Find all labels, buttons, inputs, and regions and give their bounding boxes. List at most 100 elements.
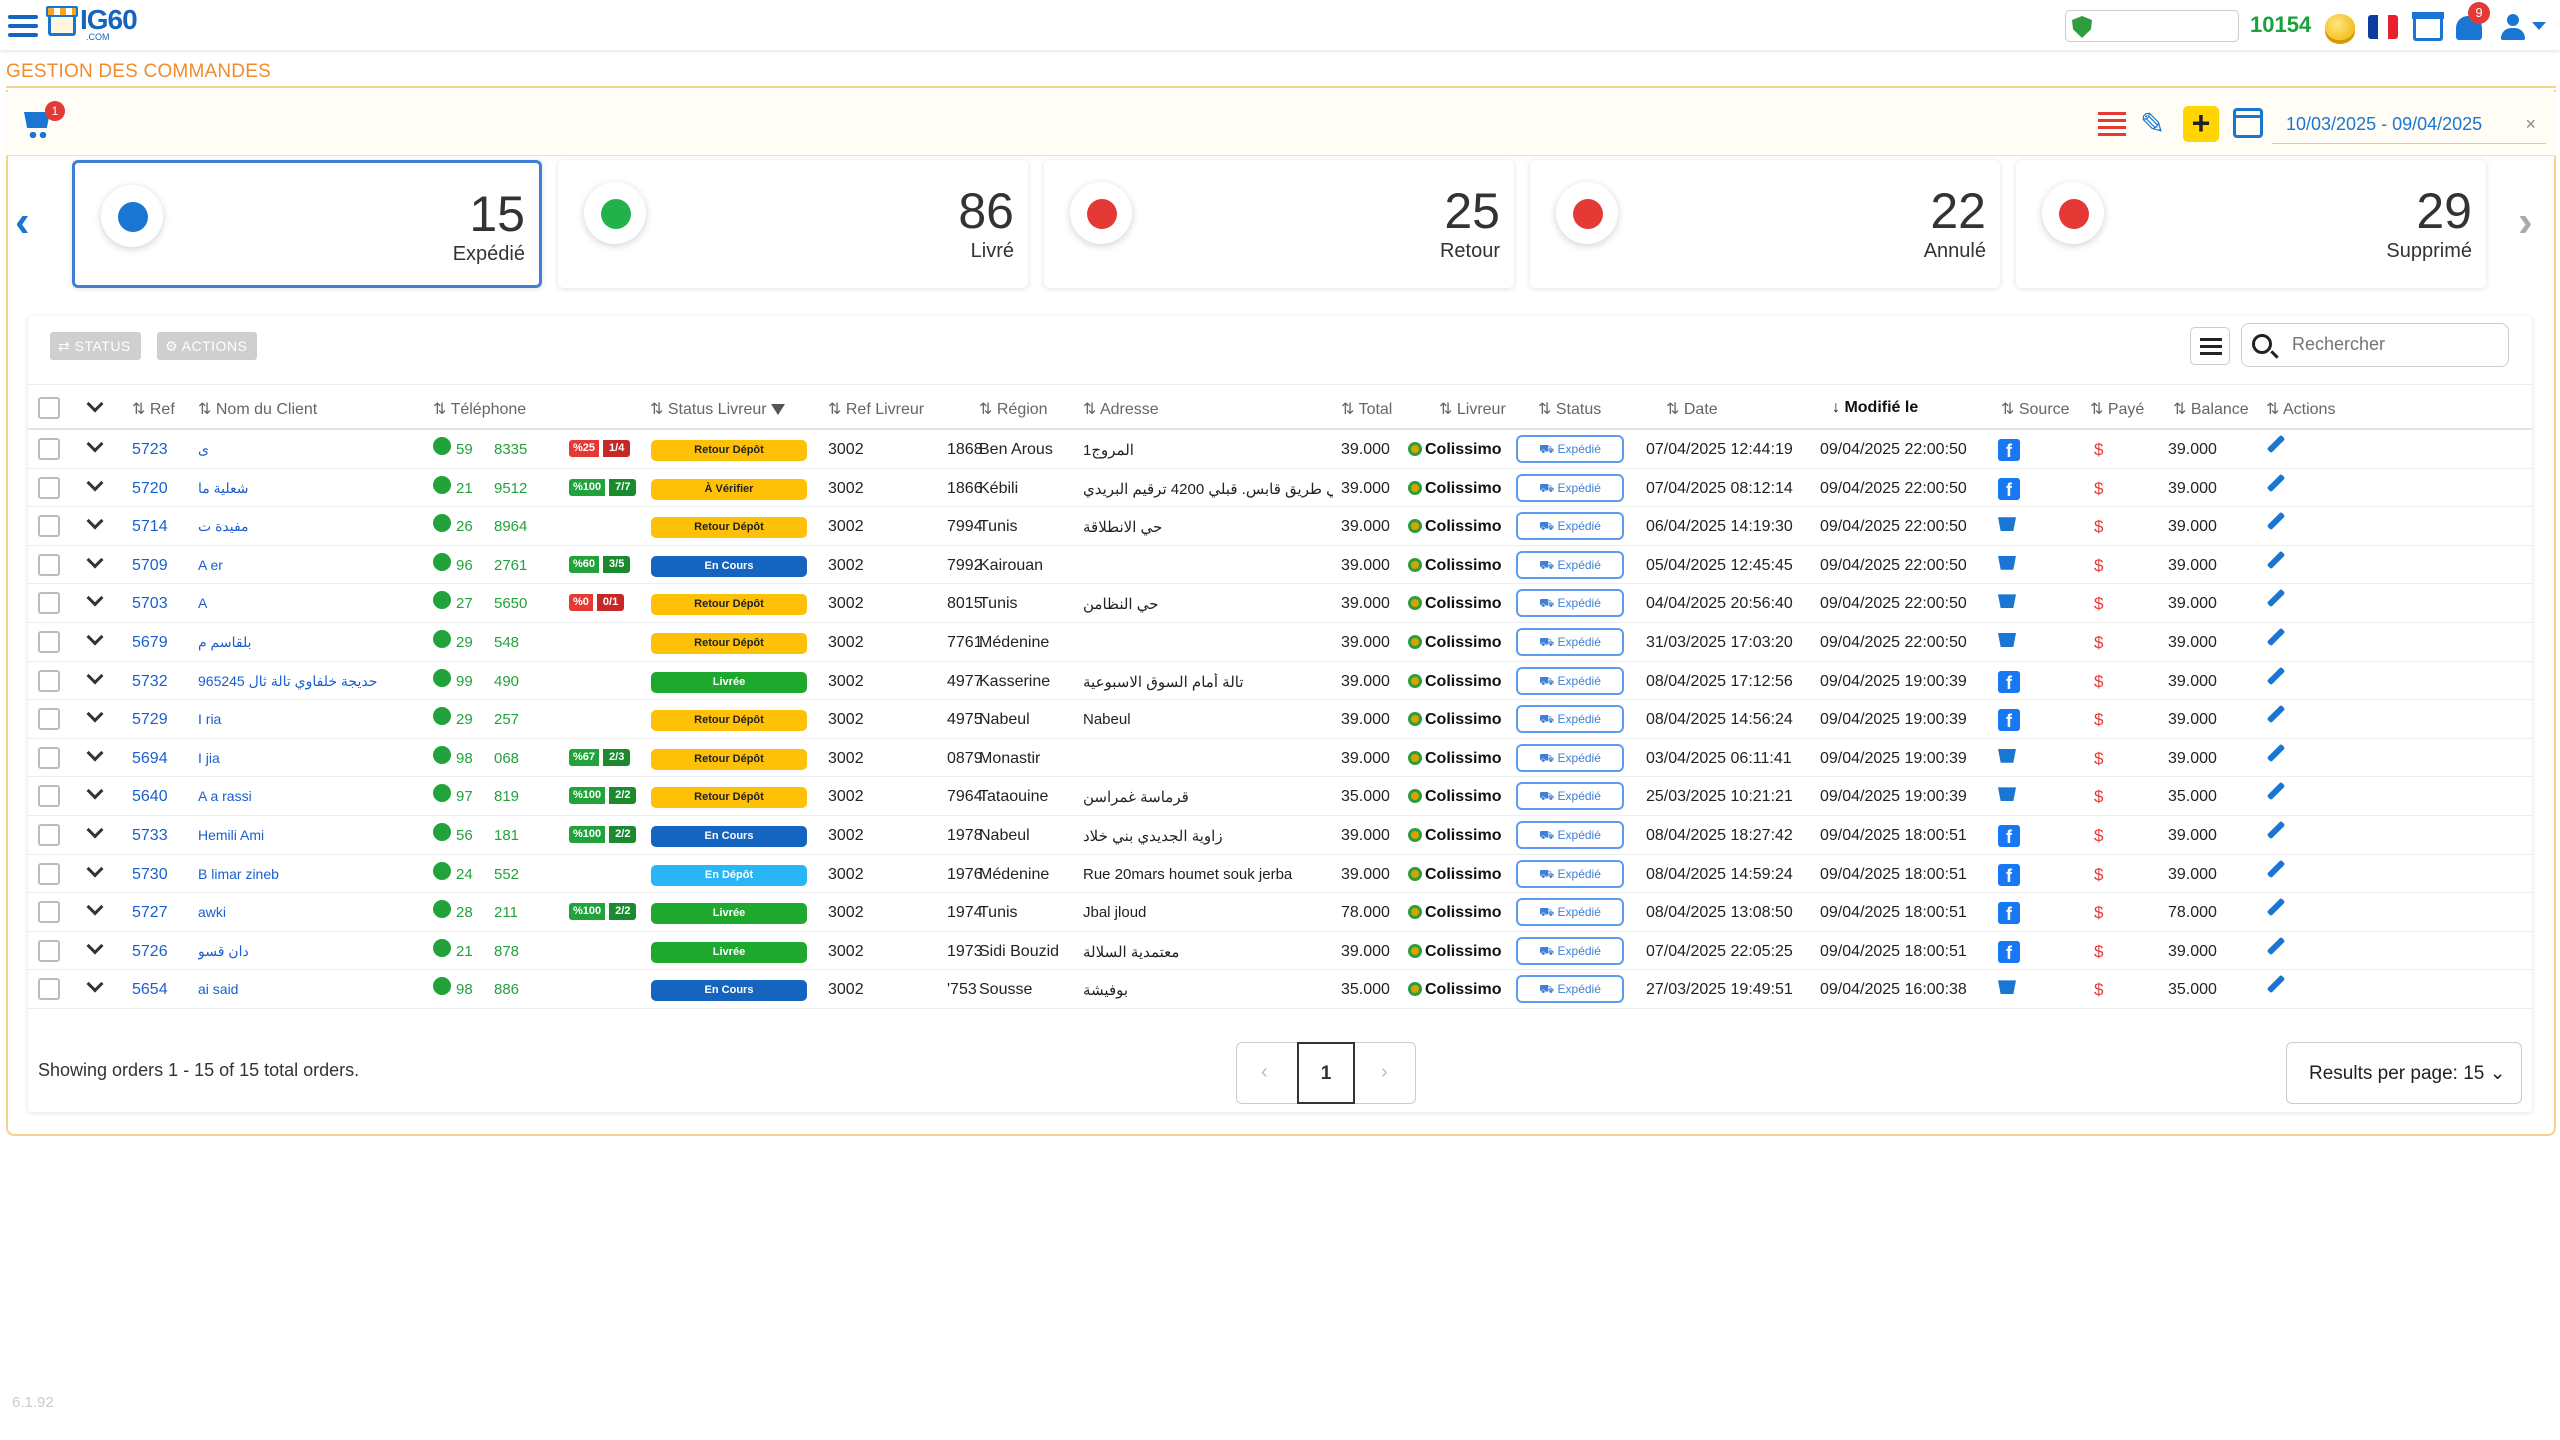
table-row[interactable]: 5729 I ria 29 257 Retour Dépôt 3002 4975 … xyxy=(28,700,2532,739)
client-name[interactable]: I jia xyxy=(198,750,438,766)
date-range-field[interactable]: 10/03/2025 - 09/04/2025 × xyxy=(2272,104,2546,144)
edit-icon[interactable] xyxy=(2266,704,2286,724)
column-header[interactable]: ⇅ Téléphone xyxy=(433,399,526,419)
column-header[interactable]: ⇅ Total xyxy=(1341,399,1392,419)
order-ref-link[interactable]: 5694 xyxy=(132,750,168,768)
whatsapp-icon[interactable] xyxy=(433,591,451,610)
client-name[interactable]: A er xyxy=(198,557,438,573)
row-checkbox[interactable] xyxy=(38,862,60,885)
row-checkbox[interactable] xyxy=(38,438,60,460)
order-status-badge[interactable]: ⛟ Expédié xyxy=(1516,512,1624,541)
column-header[interactable]: ⇅ Status xyxy=(1538,399,1601,419)
columns-menu-icon[interactable] xyxy=(2190,327,2230,365)
page-1-button[interactable]: 1 xyxy=(1297,1042,1355,1104)
table-row[interactable]: 5679 بلقاسم م 29 548 Retour Dépôt 3002 77… xyxy=(28,623,2532,662)
order-status-badge[interactable]: ⛟ Expédié xyxy=(1516,628,1624,656)
row-checkbox[interactable] xyxy=(38,476,60,499)
prev-page-button[interactable]: ‹ xyxy=(1261,1061,1268,1084)
whatsapp-icon[interactable] xyxy=(433,668,451,687)
column-header[interactable]: ⇅ Adresse xyxy=(1083,399,1159,419)
table-row[interactable]: 5703 A 27 5650 %0 0/1 Retour Dépôt 3002 8… xyxy=(28,584,2532,623)
stat-card-retour[interactable]: 25 Retour xyxy=(1044,160,1514,288)
stat-card-expedie[interactable]: 15 Expédié xyxy=(72,160,542,288)
edit-icon[interactable] xyxy=(2266,434,2286,454)
whatsapp-icon[interactable] xyxy=(433,552,451,571)
client-name[interactable]: شعلية ما xyxy=(198,480,438,497)
whatsapp-icon[interactable] xyxy=(433,475,451,494)
expand-row-chevron-icon[interactable] xyxy=(86,975,104,993)
filter-icon[interactable] xyxy=(771,404,786,415)
whatsapp-icon[interactable] xyxy=(433,861,451,880)
whatsapp-icon[interactable] xyxy=(433,514,451,533)
menu-icon[interactable] xyxy=(8,15,38,37)
table-row[interactable]: 5723 ﻯ 59 8335 %25 1/4 Retour Dépôt 3002 … xyxy=(28,430,2532,469)
whatsapp-icon[interactable] xyxy=(433,707,451,726)
edit-icon[interactable] xyxy=(2266,589,2286,608)
french-flag-icon[interactable] xyxy=(2368,15,2398,39)
client-name[interactable]: A xyxy=(198,595,438,611)
edit-icon[interactable] xyxy=(2266,820,2286,840)
search-box[interactable] xyxy=(2241,323,2509,367)
order-status-badge[interactable]: ⛟ Expédié xyxy=(1516,473,1624,502)
order-status-badge[interactable]: ⛟ Expédié xyxy=(1516,666,1624,695)
column-header[interactable]: ⇅ Date xyxy=(1666,399,1718,419)
column-header[interactable]: ⇅ Ref xyxy=(132,399,175,419)
expand-row-chevron-icon[interactable] xyxy=(86,705,104,723)
whatsapp-icon[interactable] xyxy=(433,630,451,648)
client-name[interactable]: ai said xyxy=(198,981,438,997)
order-status-badge[interactable]: ⛟ Expédié xyxy=(1516,782,1624,811)
client-name[interactable]: awki xyxy=(198,904,438,920)
list-view-icon[interactable] xyxy=(2098,112,2126,136)
order-status-badge[interactable]: ⛟ Expédié xyxy=(1516,975,1624,1004)
order-ref-link[interactable]: 5730 xyxy=(132,866,168,884)
add-order-button[interactable]: + xyxy=(2183,106,2219,142)
table-row[interactable]: 5654 ai said 98 886 En Cours 3002 '753 So… xyxy=(28,970,2532,1009)
order-status-badge[interactable]: ⛟ Expédié xyxy=(1516,821,1624,849)
table-row[interactable]: 5709 A er 96 2761 %60 3/5 En Cours 3002 7… xyxy=(28,546,2532,585)
column-header[interactable]: ⇅ Balance xyxy=(2173,399,2249,419)
stat-card-livre[interactable]: 86 Livré xyxy=(558,160,1028,288)
expand-row-chevron-icon[interactable] xyxy=(86,898,104,916)
next-page-button[interactable]: › xyxy=(1381,1061,1388,1084)
expand-row-chevron-icon[interactable] xyxy=(86,551,104,569)
client-name[interactable]: مفيدة ت xyxy=(198,518,438,535)
order-ref-link[interactable]: 5709 xyxy=(132,557,168,575)
edit-icon[interactable] xyxy=(2266,859,2286,878)
whatsapp-icon[interactable] xyxy=(433,823,451,841)
order-status-badge[interactable]: ⛟ Expédié xyxy=(1516,859,1624,888)
table-row[interactable]: 5640 A a rassi 97 819 %100 2/2 Retour Dép… xyxy=(28,777,2532,816)
order-ref-link[interactable]: 5733 xyxy=(132,827,168,845)
order-status-badge[interactable]: ⛟ Expédié xyxy=(1516,550,1624,579)
row-checkbox[interactable] xyxy=(38,515,60,538)
expand-row-chevron-icon[interactable] xyxy=(86,821,104,839)
row-checkbox[interactable] xyxy=(38,592,60,615)
whatsapp-icon[interactable] xyxy=(433,938,451,957)
order-ref-link[interactable]: 5703 xyxy=(132,595,168,613)
order-status-badge[interactable]: ⛟ Expédié xyxy=(1516,589,1624,618)
brush-icon[interactable]: ✎ xyxy=(2140,107,2165,142)
order-ref-link[interactable]: 5720 xyxy=(132,480,168,498)
order-ref-link[interactable]: 5679 xyxy=(132,634,168,652)
column-header[interactable]: ⇅ Ref Livreur xyxy=(828,399,924,419)
edit-icon[interactable] xyxy=(2266,511,2286,531)
security-status-field[interactable] xyxy=(2065,10,2239,42)
order-status-badge[interactable]: ⛟ Expédié xyxy=(1516,936,1624,965)
row-checkbox[interactable] xyxy=(38,785,60,808)
order-ref-link[interactable]: 5727 xyxy=(132,904,168,922)
expand-all-chevron-icon[interactable] xyxy=(86,395,104,413)
stat-card-annule[interactable]: 22 Annulé xyxy=(1530,160,2000,288)
expand-row-chevron-icon[interactable] xyxy=(86,667,104,685)
expand-row-chevron-icon[interactable] xyxy=(86,589,104,607)
row-checkbox[interactable] xyxy=(38,553,60,576)
order-status-badge[interactable]: ⛟ Expédié xyxy=(1516,743,1624,772)
table-row[interactable]: 5730 B limar zineb 24 552 En Dépôt 3002 1… xyxy=(28,855,2532,894)
stats-next-arrow[interactable]: › xyxy=(2518,200,2533,244)
client-name[interactable]: بلقاسم م xyxy=(198,634,438,651)
client-name[interactable]: دان قسو xyxy=(198,943,438,960)
row-checkbox[interactable] xyxy=(38,708,60,731)
order-ref-link[interactable]: 5640 xyxy=(132,788,168,806)
row-checkbox[interactable] xyxy=(38,939,60,962)
client-name[interactable]: ﻯ xyxy=(198,441,438,458)
expand-row-chevron-icon[interactable] xyxy=(86,937,104,955)
actions-button[interactable]: ⚙ ACTIONS xyxy=(157,332,258,360)
